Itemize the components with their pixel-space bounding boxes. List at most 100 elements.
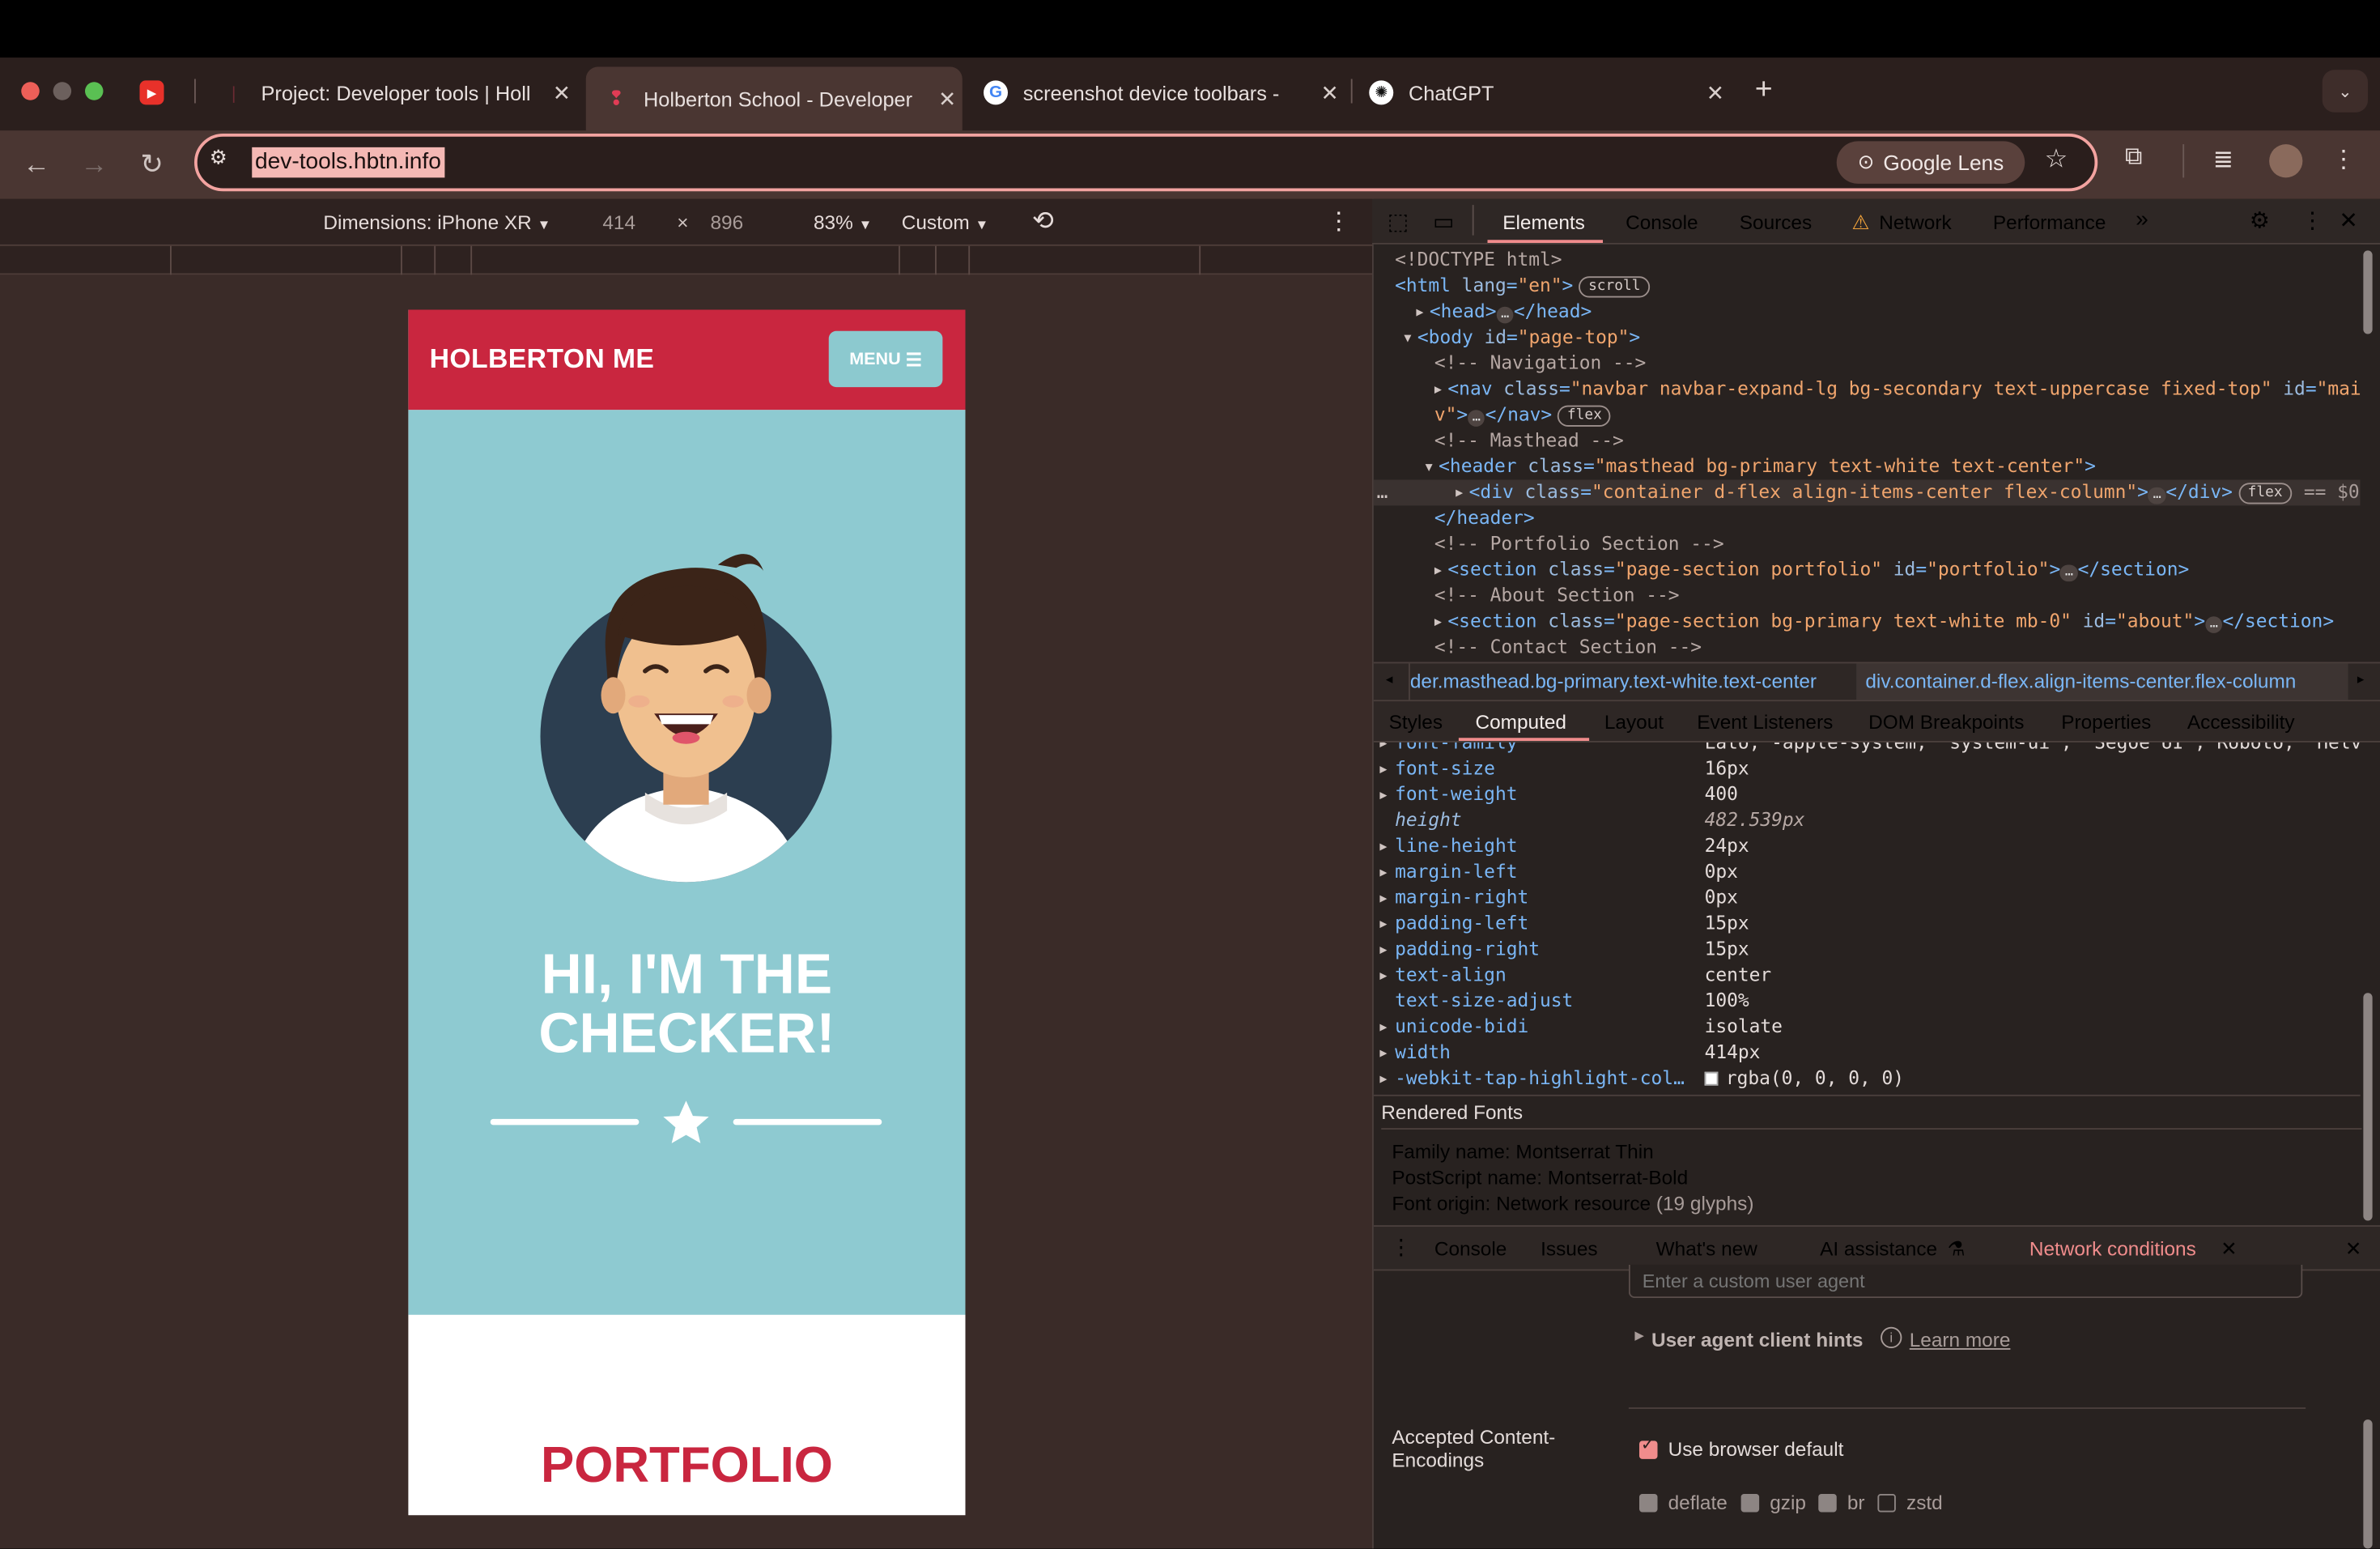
dom-node-row[interactable]: ▼ <header class="masthead bg-primary text… xyxy=(1426,454,2096,480)
media-query-ruler[interactable] xyxy=(0,244,1372,277)
media-controls-icon[interactable]: ≣ xyxy=(2213,144,2246,177)
client-hints-toggle[interactable]: User agent client hints xyxy=(1651,1329,1863,1351)
site-menu-button[interactable]: MENU ☰ xyxy=(828,330,943,388)
elements-scrollbar[interactable] xyxy=(2363,250,2373,334)
tab-sources[interactable]: Sources xyxy=(1740,211,1812,234)
subtab-event-listeners[interactable]: Event Listeners xyxy=(1697,711,1833,734)
close-drawer-icon[interactable]: ✕ xyxy=(2345,1237,2361,1262)
drawer-tab-ai-assistance[interactable]: AI assistance xyxy=(1820,1237,1937,1260)
close-drawer-tab-icon[interactable]: ✕ xyxy=(2221,1237,2237,1262)
tab-network[interactable]: Network xyxy=(1879,211,1951,234)
dom-node-row[interactable]: <!DOCTYPE html> xyxy=(1395,248,1562,274)
height-input[interactable]: 896 xyxy=(711,211,744,234)
expand-triangle-icon[interactable]: ▶ xyxy=(1434,615,1442,628)
subtab-layout[interactable]: Layout xyxy=(1604,711,1664,734)
tab-holberton-school[interactable]: ❢ Holberton School - Developer ✕ xyxy=(585,66,963,131)
learn-more-link[interactable]: Learn more xyxy=(1910,1329,2011,1351)
breadcrumb-div[interactable]: div.container.d-flex.align-items-center.… xyxy=(1865,670,2296,692)
computed-property-name[interactable]: text-size-adjust xyxy=(1395,990,1573,1011)
subtab-dom-breakpoints[interactable]: DOM Breakpoints xyxy=(1868,711,2024,734)
dom-node-row[interactable]: v">… </nav> flex xyxy=(1434,402,1612,428)
dom-node-row[interactable]: ▶ <nav class="navbar navbar-expand-lg bg-… xyxy=(1434,377,2361,402)
address-bar[interactable] xyxy=(194,134,2098,192)
devtools-menu-icon[interactable]: ⋮ xyxy=(2301,206,2324,234)
deflate-checkbox[interactable] xyxy=(1639,1494,1658,1513)
drawer-tab-network-conditions[interactable]: Network conditions xyxy=(2029,1237,2196,1260)
computed-property-name[interactable]: font-family xyxy=(1395,743,1517,753)
close-tab-icon[interactable]: ✕ xyxy=(932,86,963,112)
profile-avatar[interactable] xyxy=(2269,144,2303,178)
user-agent-input[interactable] xyxy=(1628,1264,2303,1299)
forward-arrow-icon[interactable]: → xyxy=(73,143,116,185)
minimize-window-button[interactable] xyxy=(53,82,72,100)
drawer-scrollbar[interactable] xyxy=(2363,1419,2373,1549)
dom-node-row[interactable]: ▼ <body id="page-top"> xyxy=(1404,325,1640,351)
close-tab-icon[interactable]: ✕ xyxy=(546,79,577,105)
more-tabs-icon[interactable]: » xyxy=(2136,206,2148,232)
dom-node-row[interactable]: ▶ <div class="container d-flex align-item… xyxy=(1373,479,2361,506)
close-window-button[interactable] xyxy=(21,82,40,100)
dom-node-row[interactable]: <html lang="en"> scroll xyxy=(1395,274,1650,300)
computed-property-name[interactable]: width xyxy=(1395,1041,1451,1062)
close-devtools-icon[interactable]: ✕ xyxy=(2339,206,2358,234)
site-settings-icon[interactable]: ⚙ xyxy=(210,146,237,177)
tab-chatgpt[interactable]: ✺ ChatGPT ✕ xyxy=(1360,67,1731,119)
dom-node-row[interactable]: ▶ <section class="page-section portfolio"… xyxy=(1434,557,2189,583)
computed-property-name[interactable]: margin-right xyxy=(1395,887,1528,908)
expand-triangle-icon[interactable]: ▼ xyxy=(1404,331,1411,345)
inspect-element-icon[interactable]: ⬚ xyxy=(1388,208,1409,236)
tab-search-chevron-icon[interactable]: ⌄ xyxy=(2322,70,2368,113)
expand-triangle-icon[interactable]: ▶ xyxy=(1379,943,1387,956)
br-checkbox[interactable] xyxy=(1818,1494,1837,1513)
expand-triangle-icon[interactable]: ▶ xyxy=(1379,788,1387,802)
drawer-menu-icon[interactable]: ⋮ xyxy=(1391,1234,1412,1260)
node-actions-icon[interactable]: … xyxy=(1377,480,1388,506)
url-text[interactable]: dev-tools.hbtn.info xyxy=(252,147,444,178)
expand-triangle-icon[interactable]: ▶ xyxy=(1379,866,1387,879)
computed-property-name[interactable]: font-weight xyxy=(1395,784,1517,805)
computed-property-name[interactable]: height xyxy=(1395,809,1462,830)
dom-node-row[interactable]: <!-- Portfolio Section --> xyxy=(1434,531,1724,557)
close-tab-icon[interactable]: ✕ xyxy=(1700,79,1731,105)
settings-gear-icon[interactable]: ⚙ xyxy=(2250,206,2270,234)
tab-youtube[interactable]: ▶ xyxy=(139,67,185,119)
expand-triangle-icon[interactable]: ▶ xyxy=(1379,1046,1387,1060)
subtab-computed[interactable]: Computed xyxy=(1476,711,1566,734)
dom-node-row[interactable]: </header> xyxy=(1434,505,1535,531)
crumb-right-icon[interactable]: ▸ xyxy=(2357,671,2364,688)
drawer-tab-console[interactable]: Console xyxy=(1434,1237,1507,1260)
kebab-menu-icon[interactable]: ⋮ xyxy=(2331,144,2356,177)
expand-triangle-icon[interactable]: ▶ xyxy=(1379,743,1387,750)
dom-node-row[interactable]: <!-- Navigation --> xyxy=(1434,351,1646,377)
expand-triangle-icon[interactable]: ▼ xyxy=(1426,460,1433,474)
crumb-left-icon[interactable]: ◂ xyxy=(1386,671,1392,688)
dom-node-row[interactable]: <!-- Masthead --> xyxy=(1434,428,1624,454)
drawer-tab-whats-new[interactable]: What's new xyxy=(1656,1237,1757,1260)
expand-triangle-icon[interactable]: ▶ xyxy=(1379,1020,1387,1034)
dom-node-row[interactable]: ▶ <head>… </head> xyxy=(1416,299,1592,325)
tab-elements[interactable]: Elements xyxy=(1502,211,1585,234)
expand-triangle-icon[interactable]: ▶ xyxy=(1379,968,1387,982)
subtab-accessibility[interactable]: Accessibility xyxy=(2187,711,2295,734)
rotate-icon[interactable]: ⟲ xyxy=(1032,206,1054,237)
computed-property-name[interactable]: text-align xyxy=(1395,964,1507,985)
expand-triangle-icon[interactable]: ▶ xyxy=(1434,383,1442,397)
bookmark-star-icon[interactable]: ☆ xyxy=(2045,144,2076,177)
maximize-window-button[interactable] xyxy=(85,82,104,100)
computed-property-name[interactable]: -webkit-tap-highlight-col… xyxy=(1395,1067,1685,1088)
layout-badge[interactable]: flex xyxy=(2238,483,2292,504)
computed-property-name[interactable]: padding-left xyxy=(1395,913,1528,934)
info-icon[interactable]: i xyxy=(1881,1326,1902,1348)
back-arrow-icon[interactable]: ← xyxy=(15,143,58,185)
tab-performance[interactable]: Performance xyxy=(1993,211,2106,234)
computed-property-name[interactable]: margin-left xyxy=(1395,861,1517,882)
dom-node-row[interactable]: ▶ <section class="page-section bg-primary… xyxy=(1434,609,2334,635)
dom-node-row[interactable]: <!-- About Section --> xyxy=(1434,583,1680,609)
site-brand[interactable]: HOLBERTON ME xyxy=(430,343,655,375)
dom-node-row[interactable]: <!-- Contact Section --> xyxy=(1434,635,1702,661)
expand-triangle-icon[interactable]: ▶ xyxy=(1434,564,1442,577)
device-toolbar-more-icon[interactable]: ⋮ xyxy=(1327,206,1351,237)
layout-badge[interactable]: scroll xyxy=(1579,276,1650,298)
expand-triangle-icon[interactable]: ▶ xyxy=(1379,917,1387,931)
expand-triangle-icon[interactable]: ▶ xyxy=(1379,840,1387,853)
